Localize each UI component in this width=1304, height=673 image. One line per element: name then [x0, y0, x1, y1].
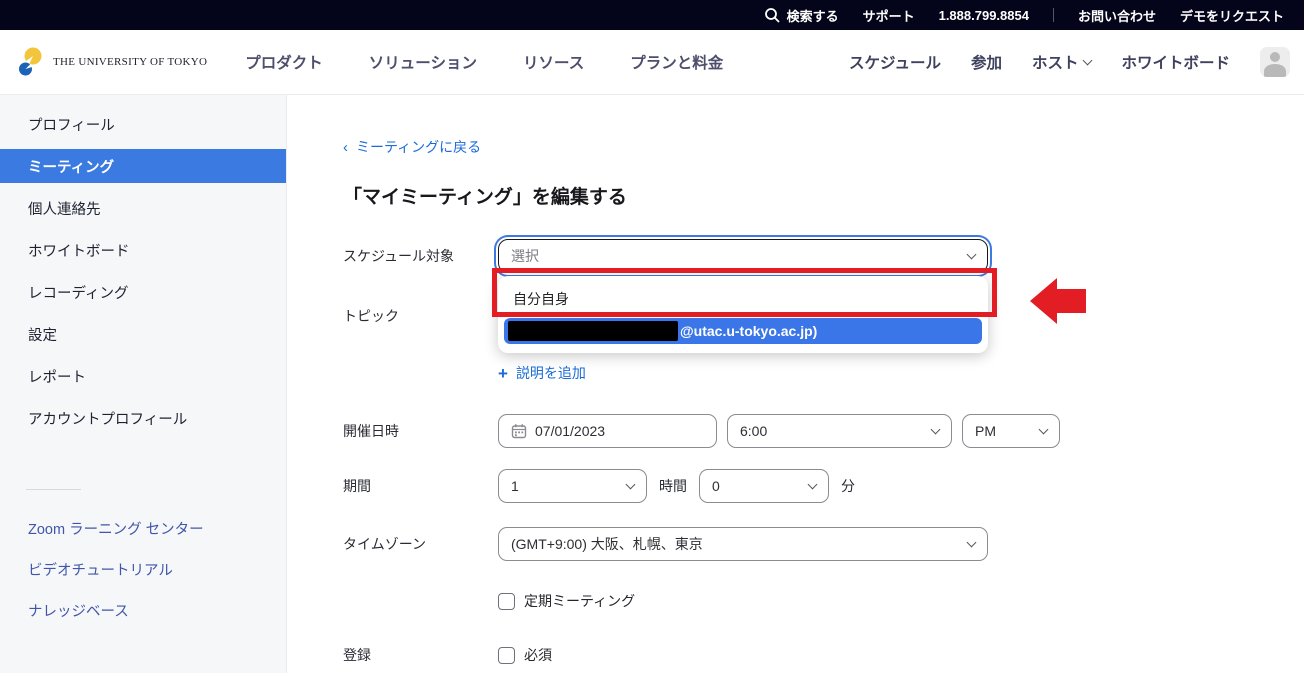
add-description-row: + 説明を追加 [343, 363, 1304, 383]
schedule-for-select[interactable]: 選択 [498, 239, 988, 273]
topic-label: トピック [343, 306, 498, 326]
chevron-down-icon [967, 249, 977, 259]
registration-row: 登録 必須 [343, 645, 1304, 665]
search-button[interactable]: 検索する [764, 6, 839, 25]
schedule-for-row: スケジュール対象 選択 自分自身 @utac.u-tokyo.ac.jp) [343, 239, 1304, 273]
add-description-label: 説明を追加 [516, 363, 586, 383]
duration-row: 期間 1 時間 0 分 [343, 469, 1304, 503]
nav-link-solutions[interactable]: ソリューション [369, 51, 477, 73]
hours-unit-label: 時間 [659, 476, 687, 496]
redacted-name-box [508, 321, 678, 341]
sidebar-item-account-profile[interactable]: アカウントプロフィール [0, 401, 286, 435]
topbar-phone[interactable]: 1.888.799.8854 [939, 8, 1029, 23]
sidebar-item-recordings[interactable]: レコーディング [0, 275, 286, 309]
back-link-label: ミーティングに戻る [356, 137, 481, 157]
nav-action-host[interactable]: ホスト [1032, 51, 1092, 73]
chevron-down-icon [1083, 55, 1093, 65]
sidebar: プロフィール ミーティング 個人連絡先 ホワイトボード レコーディング 設定 レ… [0, 95, 287, 673]
topbar-divider [1053, 8, 1054, 22]
registration-required-checkbox[interactable] [498, 647, 515, 664]
nav-link-resources[interactable]: リソース [523, 51, 584, 73]
when-row: 開催日時 07/01/2023 6:00 [343, 414, 1304, 448]
date-value: 07/01/2023 [535, 423, 605, 439]
chevron-down-icon [626, 479, 636, 489]
chevron-down-icon [931, 424, 941, 434]
minutes-unit-label: 分 [841, 476, 855, 496]
timezone-label: タイムゾーン [343, 534, 498, 554]
when-label: 開催日時 [343, 421, 498, 441]
chevron-down-icon [1039, 424, 1049, 434]
schedule-for-dropdown: 自分自身 @utac.u-tokyo.ac.jp) [498, 276, 988, 353]
recurring-label: 定期ミーティング [524, 591, 635, 611]
edit-meeting-form: スケジュール対象 選択 自分自身 @utac.u-tokyo.ac.jp) [343, 239, 1304, 665]
sidebar-link-knowledge-base[interactable]: ナレッジベース [0, 600, 286, 621]
nav-actions: スケジュール 参加 ホスト ホワイトボード [849, 47, 1290, 77]
calendar-icon [511, 423, 527, 439]
recurring-checkbox[interactable] [498, 593, 515, 610]
sidebar-item-reports[interactable]: レポート [0, 359, 286, 393]
nav-action-join[interactable]: 参加 [971, 51, 1002, 73]
nav-link-plans-pricing[interactable]: プランと料金 [630, 51, 723, 73]
duration-label: 期間 [343, 476, 498, 496]
time-select[interactable]: 6:00 [727, 414, 952, 448]
registration-label: 登録 [343, 645, 498, 665]
sidebar-item-meetings[interactable]: ミーティング [0, 149, 286, 183]
topbar-link-contact[interactable]: お問い合わせ [1078, 6, 1156, 25]
ginkgo-leaf-icon [16, 46, 46, 78]
ampm-select[interactable]: PM [962, 414, 1060, 448]
sidebar-item-settings[interactable]: 設定 [0, 317, 286, 351]
dropdown-option-user[interactable]: @utac.u-tokyo.ac.jp) [504, 318, 982, 344]
registration-required-label: 必須 [524, 645, 552, 665]
schedule-for-label: スケジュール対象 [343, 246, 498, 266]
sidebar-item-profile[interactable]: プロフィール [0, 107, 286, 141]
sidebar-divider [26, 489, 81, 490]
duration-hours-select[interactable]: 1 [498, 469, 647, 503]
timezone-row: タイムゾーン (GMT+9:00) 大阪、札幌、東京 [343, 527, 1304, 561]
user-avatar[interactable] [1260, 47, 1290, 77]
sidebar-link-learning-center[interactable]: Zoom ラーニング センター [0, 518, 286, 539]
logo-text: THE UNIVERSITY OF TOKYO [53, 56, 207, 68]
university-logo[interactable]: THE UNIVERSITY OF TOKYO [16, 46, 207, 78]
schedule-for-value: 選択 [511, 246, 539, 266]
top-utility-bar: 検索する サポート 1.888.799.8854 お問い合わせ デモをリクエスト [0, 0, 1304, 30]
topbar-link-support[interactable]: サポート [863, 6, 915, 25]
duration-minutes-value: 0 [712, 478, 720, 494]
date-input[interactable]: 07/01/2023 [498, 414, 717, 448]
main-navbar: THE UNIVERSITY OF TOKYO プロダクト ソリューション リソ… [0, 30, 1304, 95]
timezone-value: (GMT+9:00) 大阪、札幌、東京 [511, 534, 703, 554]
duration-hours-value: 1 [511, 478, 519, 494]
nav-link-products[interactable]: プロダクト [245, 51, 323, 73]
plus-icon: + [498, 365, 508, 382]
search-icon [764, 7, 781, 24]
user-email-suffix: @utac.u-tokyo.ac.jp) [680, 323, 817, 339]
topbar-link-request-demo[interactable]: デモをリクエスト [1180, 6, 1284, 25]
duration-minutes-select[interactable]: 0 [699, 469, 829, 503]
sidebar-item-personal-contacts[interactable]: 個人連絡先 [0, 191, 286, 225]
dropdown-option-myself[interactable]: 自分自身 [498, 284, 988, 314]
search-label: 検索する [787, 6, 839, 25]
ampm-value: PM [975, 423, 996, 439]
chevron-left-icon: ‹ [343, 140, 348, 155]
primary-nav: プロダクト ソリューション リソース プランと料金 [245, 51, 723, 73]
main-content: ‹ ミーティングに戻る 「マイミーティング」を編集する スケジュール対象 選択 … [287, 95, 1304, 673]
nav-action-whiteboard[interactable]: ホワイトボード [1121, 51, 1230, 73]
sidebar-link-video-tutorials[interactable]: ビデオチュートリアル [0, 559, 286, 580]
nav-action-schedule[interactable]: スケジュール [849, 51, 941, 73]
nav-action-host-label: ホスト [1032, 51, 1079, 73]
timezone-select[interactable]: (GMT+9:00) 大阪、札幌、東京 [498, 527, 988, 561]
add-description-link[interactable]: + 説明を追加 [498, 363, 586, 383]
back-to-meetings-link[interactable]: ‹ ミーティングに戻る [343, 137, 481, 157]
chevron-down-icon [967, 537, 977, 547]
chevron-down-icon [808, 479, 818, 489]
recurring-row: 定期ミーティング [343, 591, 1304, 611]
page-title: 「マイミーティング」を編集する [343, 182, 1304, 209]
sidebar-item-whiteboard[interactable]: ホワイトボード [0, 233, 286, 267]
time-value: 6:00 [740, 423, 767, 439]
